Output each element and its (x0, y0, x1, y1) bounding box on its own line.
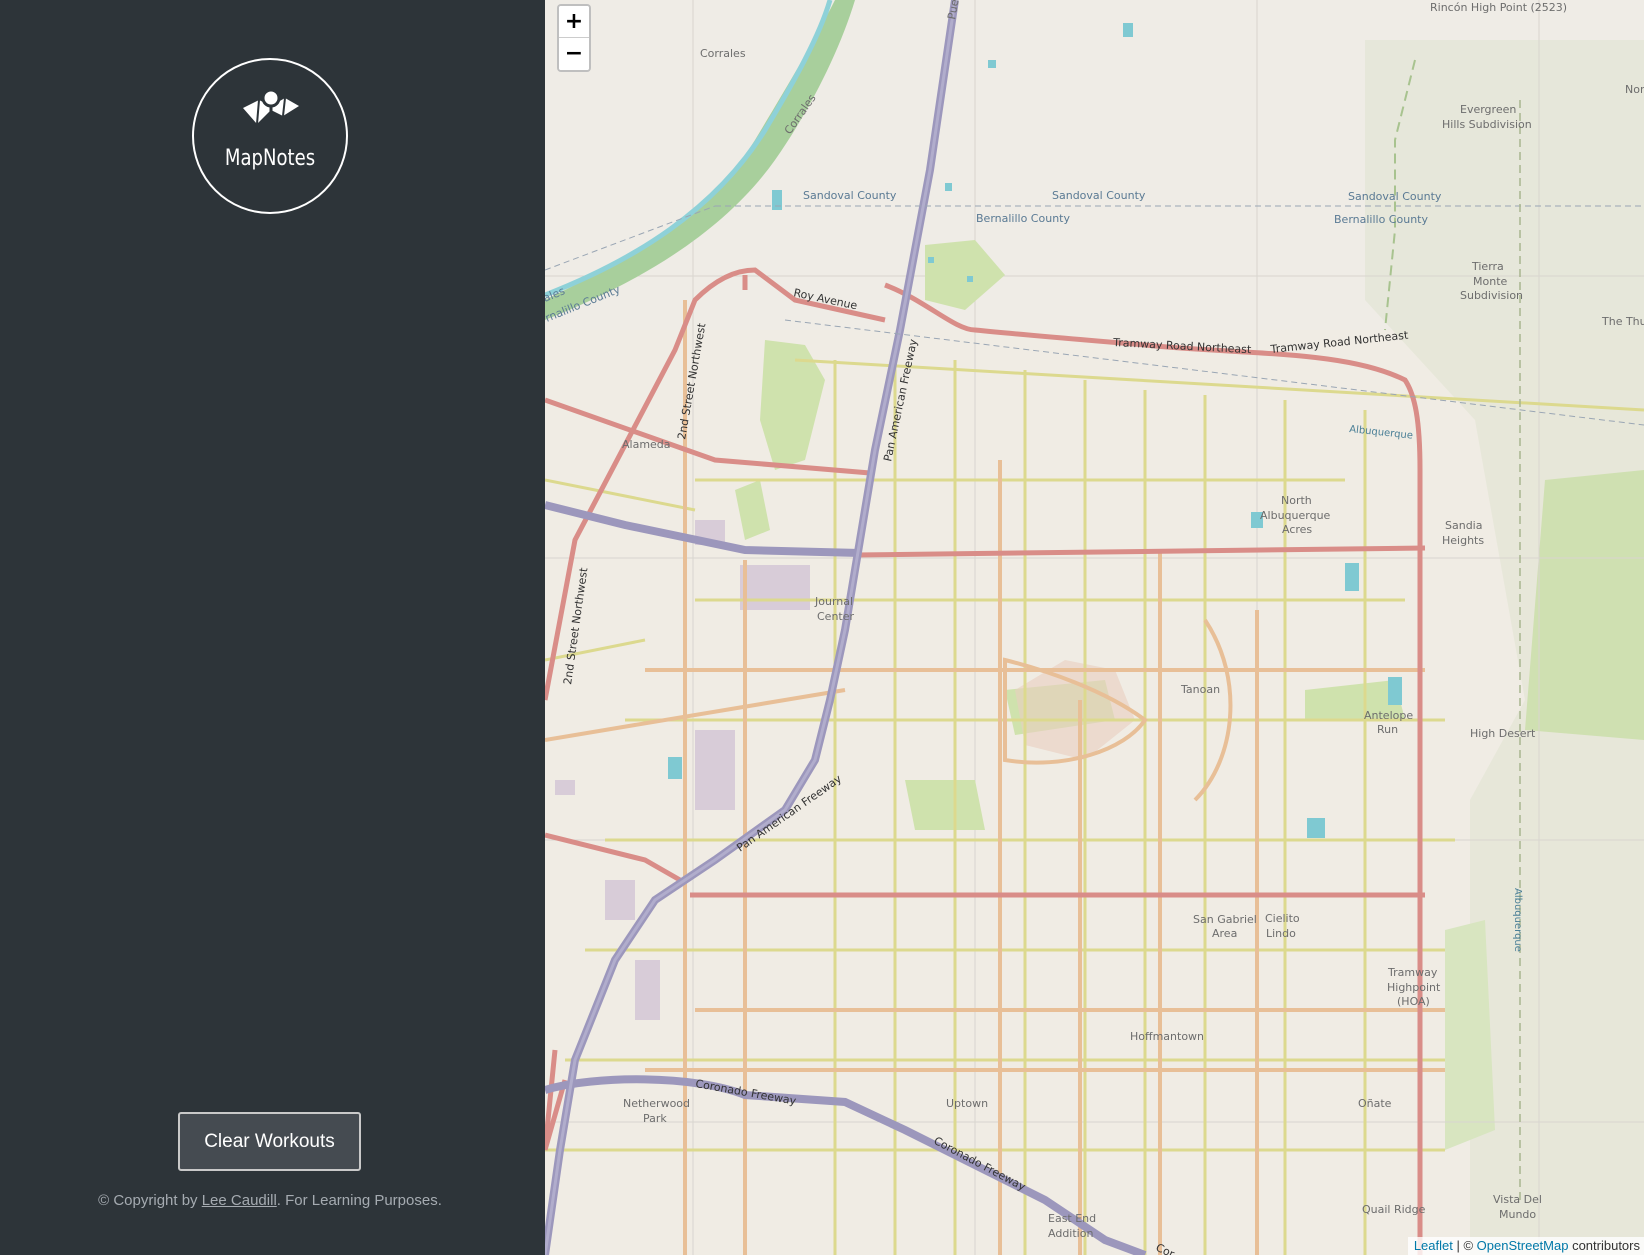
label-alameda: Alameda (622, 438, 671, 451)
label-sandoval-county-2: Sandoval County (1052, 189, 1146, 202)
logo-text: MapNotes (224, 146, 316, 171)
label-bernalillo-county-2: Bernalillo County (1334, 213, 1428, 226)
label-tierra-3: Subdivision (1460, 289, 1523, 302)
label-corrales: Corrales (700, 47, 746, 60)
label-tanoan: Tanoan (1180, 683, 1220, 696)
label-sandia-2: Heights (1442, 534, 1484, 547)
label-sandia-1: Sandia (1445, 519, 1482, 532)
attribution-separator: | © (1452, 1238, 1477, 1253)
label-san-gabriel-2: Area (1212, 927, 1237, 940)
map-pin-icon (243, 88, 299, 125)
clear-workouts-button[interactable]: Clear Workouts (178, 1112, 361, 1171)
label-sandoval-county-3: Sandoval County (1348, 190, 1442, 203)
label-tierra-2: Monte (1473, 275, 1508, 288)
copyright-prefix: © Copyright by (98, 1192, 202, 1209)
label-san-gabriel-1: San Gabriel (1193, 913, 1257, 926)
label-antelope-1: Antelope (1364, 709, 1413, 722)
label-rincon: Rincón High Point (2523) (1430, 1, 1567, 14)
label-journal-2: Center (817, 610, 855, 623)
label-tramway-hp-1: Tramway (1387, 966, 1438, 979)
label-netherwood-2: Park (643, 1112, 667, 1125)
label-the-thu: The Thu (1601, 315, 1644, 328)
label-vista-1: Vista Del (1493, 1193, 1542, 1206)
label-tierra-1: Tierra (1471, 260, 1504, 273)
label-vista-2: Mundo (1499, 1208, 1536, 1221)
map-attribution: Leaflet | © OpenStreetMap contributors (1407, 1237, 1644, 1255)
label-uptown: Uptown (946, 1097, 988, 1110)
label-cielito-1: Cielito (1265, 912, 1300, 925)
label-tramway-hp-2: Highpoint (1387, 981, 1441, 994)
map-container[interactable]: Rincón High Point (2523) Pueb Corrales C… (545, 0, 1644, 1255)
label-evergreen-1: Evergreen (1460, 103, 1516, 116)
zoom-out-button[interactable]: − (559, 38, 589, 70)
label-north-alb-1: North (1281, 494, 1312, 507)
label-nort: Nort (1625, 83, 1644, 96)
label-north-alb-2: Albuquerque (1260, 509, 1331, 522)
label-journal-1: Journal (814, 595, 853, 608)
copyright: © Copyright by Lee Caudill. For Learning… (0, 1192, 540, 1209)
label-sandoval-county-1: Sandoval County (803, 189, 897, 202)
label-onate: Oñate (1358, 1097, 1392, 1110)
label-east-end-1: East End (1048, 1212, 1096, 1225)
copyright-suffix: . For Learning Purposes. (276, 1192, 442, 1209)
label-antelope-2: Run (1377, 723, 1398, 736)
sidebar: MapNotes Clear Workouts © Copyright by L… (0, 0, 545, 1255)
author-link[interactable]: Lee Caudill (202, 1192, 277, 1209)
label-high-desert: High Desert (1470, 727, 1536, 740)
leaflet-link[interactable]: Leaflet (1414, 1238, 1453, 1253)
label-netherwood-1: Netherwood (623, 1097, 690, 1110)
map-tiles[interactable]: Rincón High Point (2523) Pueb Corrales C… (545, 0, 1644, 1255)
app-logo: MapNotes (192, 58, 348, 214)
label-quail-ridge: Quail Ridge (1362, 1203, 1426, 1216)
osm-link[interactable]: OpenStreetMap (1477, 1238, 1569, 1253)
label-hoffmantown: Hoffmantown (1130, 1030, 1204, 1043)
label-north-alb-3: Acres (1282, 523, 1312, 536)
label-east-end-2: Addition (1048, 1227, 1093, 1240)
zoom-control: + − (557, 4, 591, 72)
label-albuquerque-2: Albuquerque (1512, 888, 1523, 952)
label-cielito-2: Lindo (1266, 927, 1296, 940)
label-evergreen-2: Hills Subdivision (1442, 118, 1532, 131)
label-bernalillo-county-1: Bernalillo County (976, 212, 1070, 225)
label-tramway-hp-3: (HOA) (1397, 995, 1430, 1008)
zoom-in-button[interactable]: + (559, 6, 589, 38)
attribution-suffix: contributors (1568, 1238, 1640, 1253)
